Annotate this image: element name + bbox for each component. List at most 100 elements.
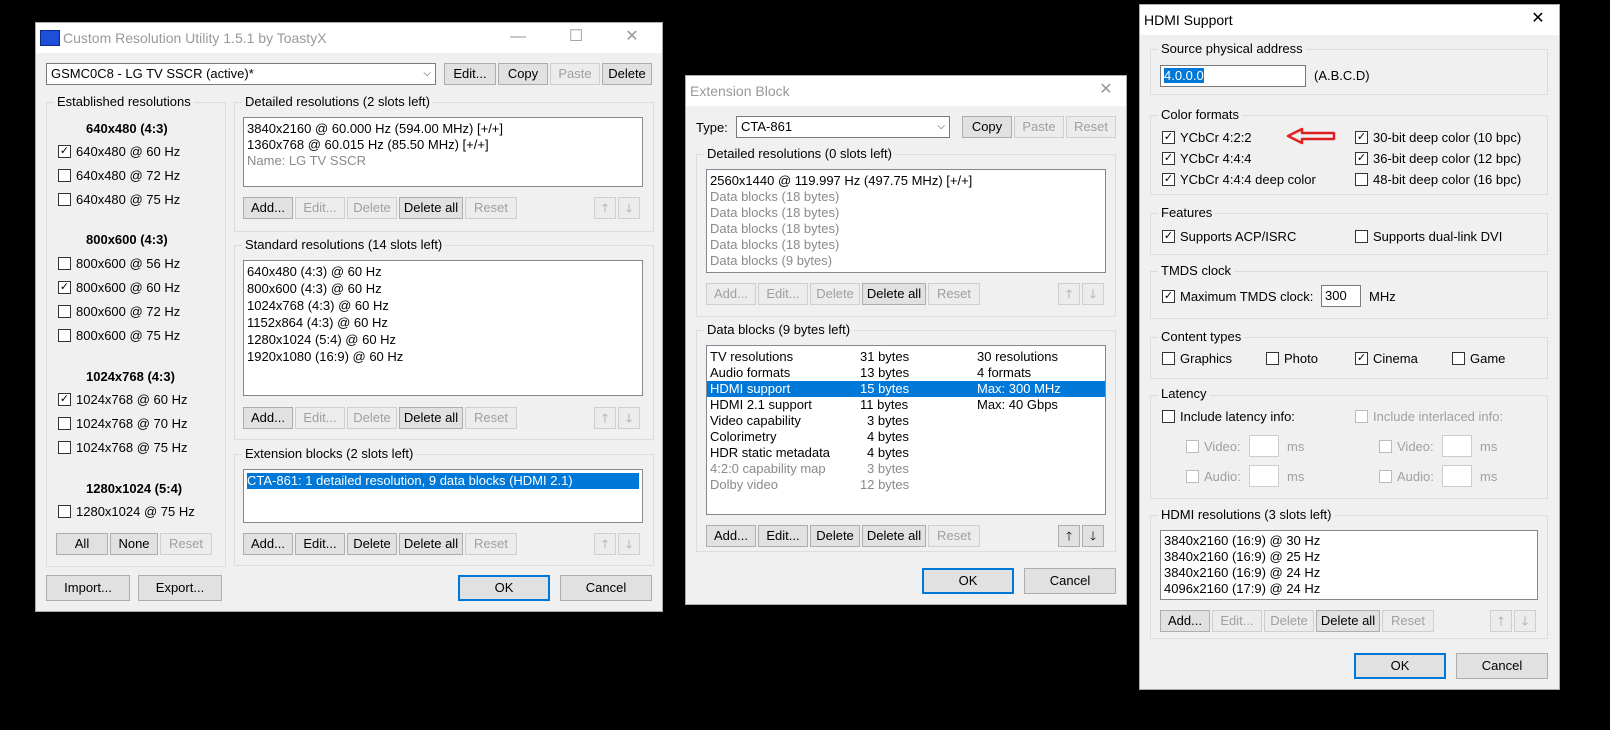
monitor-select[interactable]: GSMC0C8 - LG TV SSCR (active)* ⌵ (46, 63, 436, 85)
list-item[interactable]: Data blocks (18 bytes) (710, 221, 1102, 237)
checkbox-1280-75[interactable] (58, 505, 71, 518)
checkbox-800-60[interactable]: ✓ (58, 281, 71, 294)
checkbox-game[interactable] (1452, 352, 1465, 365)
edit-button[interactable]: Edit... (1212, 610, 1262, 632)
checkbox-max-tmds[interactable]: ✓ (1162, 290, 1175, 303)
export-button[interactable]: Export... (138, 575, 222, 601)
list-item[interactable]: 2560x1440 @ 119.997 Hz (497.75 MHz) [+/+… (710, 173, 1102, 189)
list-item[interactable]: 4096x2160 (17:9) @ 24 Hz (1164, 581, 1534, 597)
arrow-down-icon[interactable]: 🡓 (1514, 610, 1536, 632)
reset-button[interactable]: Reset (1382, 610, 1434, 632)
table-row[interactable]: Colorimetry 4 bytes (710, 429, 1102, 445)
delete-monitor-button[interactable]: Delete (602, 63, 652, 85)
checkbox-36bit[interactable]: ✓ (1355, 152, 1368, 165)
reset-button[interactable]: Reset (465, 407, 517, 429)
arrow-down-icon[interactable]: 🡓 (1082, 525, 1104, 547)
interlaced-audio-input[interactable] (1442, 465, 1472, 487)
checkbox-cinema[interactable]: ✓ (1355, 352, 1368, 365)
arrow-up-icon[interactable]: 🡑 (594, 533, 616, 555)
source-address-input[interactable]: 4.0.0.0 (1160, 65, 1306, 87)
delete-button[interactable]: Delete (810, 525, 860, 547)
arrow-up-icon[interactable]: 🡑 (594, 197, 616, 219)
all-button[interactable]: All (56, 533, 108, 555)
cancel-button[interactable]: Cancel (1456, 653, 1548, 679)
close-icon[interactable]: ✕ (1096, 80, 1116, 100)
checkbox-dual-link[interactable] (1355, 230, 1368, 243)
checkbox-include-latency[interactable] (1162, 410, 1175, 423)
table-row[interactable]: 4:2:0 capability map 3 bytes (710, 461, 1102, 477)
paste-button[interactable]: Paste (550, 63, 600, 85)
add-button[interactable]: Add... (706, 525, 756, 547)
checkbox-photo[interactable] (1266, 352, 1279, 365)
checkbox-acp-isrc[interactable]: ✓ (1162, 230, 1175, 243)
arrow-up-icon[interactable]: 🡑 (1490, 610, 1512, 632)
maximize-icon[interactable]: ☐ (566, 27, 586, 47)
checkbox-640-75[interactable] (58, 193, 71, 206)
delete-button[interactable]: Delete (347, 197, 397, 219)
add-button[interactable]: Add... (706, 283, 756, 305)
list-item[interactable]: 3840x2160 (16:9) @ 25 Hz (1164, 549, 1534, 565)
cancel-button[interactable]: Cancel (1024, 568, 1116, 594)
reset-button[interactable]: Reset (928, 525, 980, 547)
checkbox-ycbcr-444-deep[interactable]: ✓ (1162, 173, 1175, 186)
checkbox-1024-60[interactable]: ✓ (58, 393, 71, 406)
ok-button[interactable]: OK (1354, 653, 1446, 679)
delete-all-button[interactable]: Delete all (399, 533, 463, 555)
delete-button[interactable]: Delete (347, 407, 397, 429)
table-row[interactable]: Audio formats 13 bytes 4 formats (710, 365, 1102, 381)
add-button[interactable]: Add... (243, 197, 293, 219)
table-row[interactable]: Video capability 3 bytes (710, 413, 1102, 429)
none-button[interactable]: None (110, 533, 158, 555)
list-item[interactable]: 3840x2160 (16:9) @ 24 Hz (1164, 565, 1534, 581)
checkbox-30bit[interactable]: ✓ (1355, 131, 1368, 144)
delete-all-button[interactable]: Delete all (399, 407, 463, 429)
checkbox-1024-70[interactable] (58, 417, 71, 430)
reset-button[interactable]: Reset (928, 283, 980, 305)
list-item[interactable]: Data blocks (18 bytes) (710, 189, 1102, 205)
arrow-up-icon[interactable]: 🡑 (594, 407, 616, 429)
delete-button[interactable]: Delete (1264, 610, 1314, 632)
reset-button[interactable]: Reset (465, 533, 517, 555)
list-item[interactable]: 640x480 (4:3) @ 60 Hz (247, 264, 639, 280)
checkbox-640-60[interactable]: ✓ (58, 145, 71, 158)
list-item[interactable]: 3840x2160 @ 60.000 Hz (594.00 MHz) [+/+] (247, 121, 639, 137)
close-icon[interactable]: ✕ (1528, 9, 1548, 29)
list-item[interactable]: Name: LG TV SSCR (247, 153, 639, 169)
cancel-button[interactable]: Cancel (560, 575, 652, 601)
table-row[interactable]: TV resolutions 31 bytes 30 resolutions (710, 349, 1102, 365)
arrow-up-icon[interactable]: 🡑 (1058, 283, 1080, 305)
reset-button[interactable]: Reset (1066, 116, 1116, 138)
edit-button[interactable]: Edit... (295, 533, 345, 555)
checkbox-800-72[interactable] (58, 305, 71, 318)
checkbox-graphics[interactable] (1162, 352, 1175, 365)
list-item[interactable]: Data blocks (18 bytes) (710, 205, 1102, 221)
checkbox-ycbcr-444[interactable]: ✓ (1162, 152, 1175, 165)
audio-latency-input[interactable] (1249, 465, 1279, 487)
table-row[interactable]: Dolby video 12 bytes (710, 477, 1102, 493)
delete-button[interactable]: Delete (347, 533, 397, 555)
list-item[interactable]: 1920x1080 (16:9) @ 60 Hz (247, 349, 639, 365)
edit-button[interactable]: Edit... (758, 525, 808, 547)
delete-button[interactable]: Delete (810, 283, 860, 305)
checkbox-audio-latency[interactable] (1186, 470, 1199, 483)
checkbox-640-72[interactable] (58, 169, 71, 182)
arrow-down-icon[interactable]: 🡓 (1082, 283, 1104, 305)
add-button[interactable]: Add... (243, 533, 293, 555)
reset-button[interactable]: Reset (160, 533, 212, 555)
list-item[interactable]: CTA-861: 1 detailed resolution, 9 data b… (247, 473, 639, 489)
type-select[interactable]: CTA-861 ⌵ (736, 116, 950, 138)
delete-all-button[interactable]: Delete all (862, 283, 926, 305)
interlaced-video-input[interactable] (1442, 435, 1472, 457)
arrow-down-icon[interactable]: 🡓 (618, 533, 640, 555)
list-item[interactable]: Data blocks (9 bytes) (710, 253, 1102, 269)
copy-button[interactable]: Copy (962, 116, 1012, 138)
add-button[interactable]: Add... (1160, 610, 1210, 632)
delete-all-button[interactable]: Delete all (399, 197, 463, 219)
checkbox-800-75[interactable] (58, 329, 71, 342)
extension-list[interactable]: CTA-861: 1 detailed resolution, 9 data b… (243, 469, 643, 523)
list-item[interactable]: 1024x768 (4:3) @ 60 Hz (247, 298, 639, 314)
delete-all-button[interactable]: Delete all (1316, 610, 1380, 632)
checkbox-1024-75[interactable] (58, 441, 71, 454)
list-item[interactable]: 1280x1024 (5:4) @ 60 Hz (247, 332, 639, 348)
table-row[interactable]: HDMI 2.1 support 11 bytes Max: 40 Gbps (710, 397, 1102, 413)
